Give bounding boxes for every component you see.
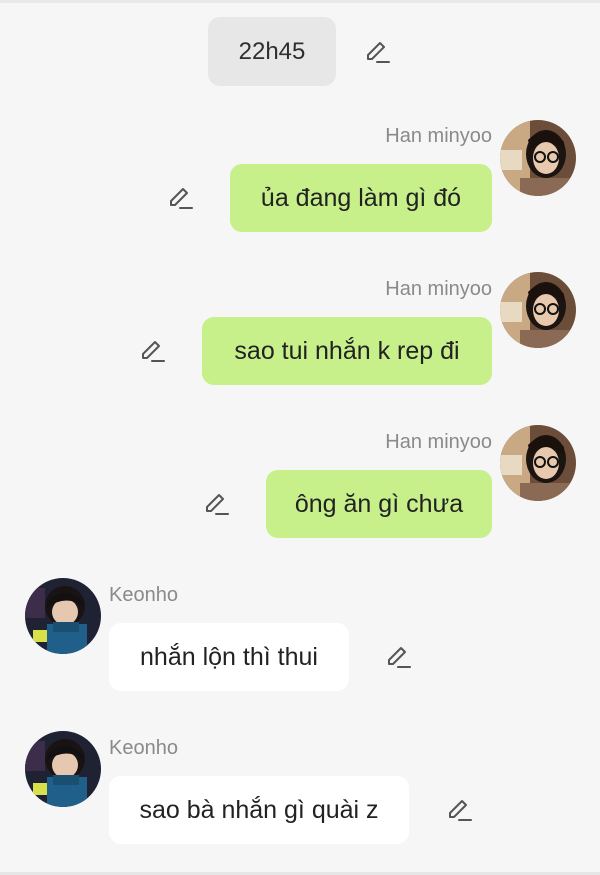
- avatar-han-minyoo[interactable]: [500, 425, 576, 501]
- message-text: ủa đang làm gì đó: [260, 183, 462, 212]
- message-text: sao bà nhắn gì quài z: [139, 795, 379, 824]
- message-text: ông ăn gì chưa: [294, 489, 464, 518]
- sender-name: Han minyoo: [385, 278, 492, 300]
- message-bubble[interactable]: sao tui nhắn k rep đi: [202, 317, 492, 385]
- sender-name: Han minyoo: [385, 431, 492, 453]
- message-bubble[interactable]: sao bà nhắn gì quài z: [109, 776, 409, 844]
- avatar-keonho[interactable]: [25, 731, 101, 807]
- pencil-icon[interactable]: [364, 39, 390, 65]
- time-separator: 22h45: [208, 17, 336, 86]
- avatar-han-minyoo[interactable]: [500, 272, 576, 348]
- pencil-icon[interactable]: [446, 797, 472, 823]
- sender-name: Han minyoo: [385, 125, 492, 147]
- sender-name: Keonho: [109, 584, 178, 606]
- message-bubble[interactable]: ủa đang làm gì đó: [230, 164, 492, 232]
- time-label: 22h45: [238, 37, 306, 65]
- pencil-icon[interactable]: [167, 185, 193, 211]
- pencil-icon[interactable]: [385, 644, 411, 670]
- avatar-keonho[interactable]: [25, 578, 101, 654]
- sender-name: Keonho: [109, 737, 178, 759]
- message-text: sao tui nhắn k rep đi: [234, 336, 460, 365]
- message-bubble[interactable]: nhắn lộn thì thui: [109, 623, 349, 691]
- message-text: nhắn lộn thì thui: [140, 642, 318, 671]
- avatar-han-minyoo[interactable]: [500, 120, 576, 196]
- top-divider: [0, 0, 600, 3]
- pencil-icon[interactable]: [139, 338, 165, 364]
- pencil-icon[interactable]: [203, 491, 229, 517]
- message-bubble[interactable]: ông ăn gì chưa: [266, 470, 492, 538]
